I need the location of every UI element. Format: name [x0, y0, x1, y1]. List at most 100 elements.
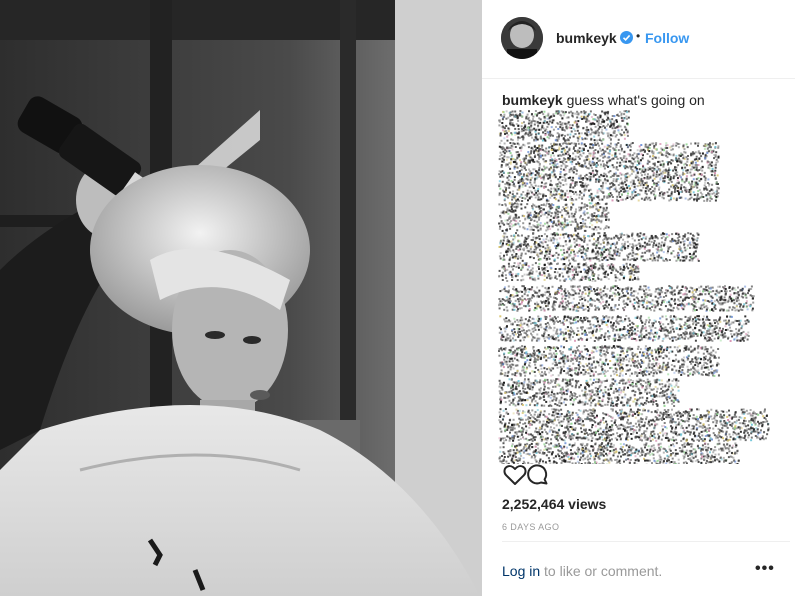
noise-pixel: [598, 259, 601, 262]
noise-pixel: [580, 270, 582, 273]
noise-pixel: [655, 173, 658, 176]
noise-pixel: [666, 301, 669, 304]
noise-pixel: [622, 268, 625, 271]
noise-pixel: [499, 252, 502, 255]
noise-pixel: [599, 154, 602, 157]
noise-pixel: [554, 198, 557, 201]
noise-pixel: [554, 213, 557, 216]
noise-pixel: [686, 244, 689, 247]
noise-pixel: [625, 128, 628, 131]
noise-pixel: [552, 254, 554, 257]
noise-pixel: [566, 196, 569, 199]
noise-pixel: [640, 144, 643, 146]
noise-pixel: [601, 298, 604, 301]
noise-pixel: [516, 294, 519, 297]
noise-pixel: [528, 213, 531, 216]
noise-pixel: [532, 115, 535, 118]
noise-pixel: [689, 243, 692, 246]
noise-pixel: [540, 137, 543, 140]
noise-pixel: [661, 160, 664, 163]
noise-pixel: [602, 294, 605, 297]
noise-pixel: [598, 267, 601, 270]
noise-pixel: [556, 224, 559, 227]
noise-pixel: [560, 175, 563, 178]
noise-pixel: [609, 309, 612, 312]
noise-pixel: [665, 151, 668, 154]
noise-pixel: [582, 304, 585, 307]
noise-pixel: [664, 147, 667, 150]
noise-pixel: [570, 179, 573, 181]
noise-pixel: [604, 182, 607, 185]
noise-pixel: [536, 147, 539, 149]
noise-pixel: [715, 290, 718, 293]
noise-pixel: [627, 185, 630, 187]
noise-pixel: [527, 132, 530, 135]
noise-pixel: [574, 155, 577, 158]
noise-pixel: [629, 187, 631, 190]
noise-pixel: [664, 237, 667, 240]
noise-pixel: [669, 246, 672, 248]
noise-pixel: [641, 288, 644, 291]
noise-pixel: [556, 183, 559, 185]
noise-pixel: [513, 183, 515, 186]
noise-pixel: [637, 292, 640, 295]
avatar[interactable]: [501, 17, 543, 59]
noise-pixel: [591, 214, 594, 217]
noise-pixel: [603, 195, 606, 198]
noise-pixel: [505, 158, 508, 161]
noise-pixel: [517, 308, 519, 311]
noise-pixel: [671, 233, 674, 236]
noise-pixel: [498, 173, 501, 176]
noise-pixel: [551, 225, 554, 228]
noise-pixel: [553, 148, 556, 151]
noise-pixel: [644, 143, 647, 146]
noise-pixel: [510, 234, 513, 237]
noise-pixel: [657, 244, 660, 247]
username-link[interactable]: bumkeyk: [556, 30, 617, 46]
noise-pixel: [614, 135, 617, 138]
noise-pixel: [526, 142, 529, 145]
noise-pixel: [671, 286, 674, 289]
noise-pixel: [629, 195, 632, 198]
noise-pixel: [668, 199, 671, 202]
caption-username[interactable]: bumkeyk: [502, 92, 563, 108]
post-photo[interactable]: [0, 0, 482, 596]
noise-pixel: [641, 245, 644, 248]
noise-pixel: [549, 130, 552, 133]
noise-pixel: [530, 125, 533, 128]
noise-pixel: [606, 293, 609, 296]
noise-pixel: [627, 192, 629, 195]
noise-pixel: [579, 249, 582, 252]
noise-pixel: [581, 222, 584, 225]
noise-pixel: [556, 136, 559, 138]
noise-pixel: [545, 202, 548, 205]
noise-pixel: [702, 299, 705, 302]
noise-pixel: [546, 121, 549, 124]
noise-pixel: [624, 241, 627, 244]
noise-pixel: [625, 265, 628, 268]
noise-pixel: [689, 171, 692, 174]
noise-pixel: [515, 206, 518, 209]
noise-pixel: [678, 245, 681, 248]
noise-pixel: [629, 259, 632, 261]
noise-pixel: [650, 234, 653, 237]
noise-pixel: [604, 209, 607, 212]
noise-pixel: [522, 222, 525, 225]
noise-pixel: [592, 164, 595, 166]
noise-pixel: [578, 270, 581, 273]
noise-pixel: [596, 142, 599, 145]
noise-pixel: [600, 219, 603, 222]
noise-pixel: [597, 196, 600, 199]
noise-pixel: [682, 169, 685, 172]
noise-pixel: [556, 247, 559, 249]
noise-pixel: [667, 169, 670, 172]
noise-pixel: [677, 182, 680, 185]
noise-pixel: [561, 302, 564, 305]
noise-pixel: [509, 152, 512, 155]
noise-pixel: [608, 303, 610, 306]
follow-button[interactable]: Follow: [645, 30, 689, 46]
noise-pixel: [580, 206, 583, 209]
noise-pixel: [513, 234, 516, 237]
noise-pixel: [632, 294, 635, 297]
noise-pixel: [594, 149, 597, 151]
